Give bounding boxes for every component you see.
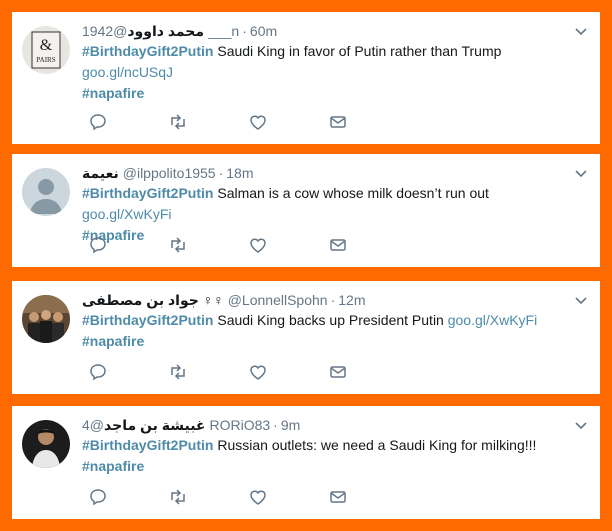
tweet-card[interactable]: & PAIRS محمد داوود@1942___n · 60m #Birthda… [12,12,600,144]
retweet-icon[interactable] [168,235,188,255]
tweet-text: #BirthdayGift2Putin Russian outlets: we … [82,435,570,477]
url-link[interactable]: goo.gl/XwKyFi [82,206,171,222]
retweet-icon[interactable] [168,112,188,132]
chevron-down-icon[interactable] [574,293,588,311]
avatar[interactable]: & PAIRS [22,26,70,74]
direct-message-icon[interactable] [328,362,348,382]
hashtag-link[interactable]: #napafire [82,458,144,474]
direct-message-icon[interactable] [328,487,348,507]
timestamp[interactable]: 60m [250,23,277,39]
user-handle[interactable]: @ilppolito1955 [123,165,216,181]
avatar[interactable] [22,168,70,216]
avatar[interactable] [22,295,70,343]
chevron-down-icon[interactable] [574,24,588,42]
chevron-down-icon[interactable] [574,418,588,436]
like-heart-icon[interactable] [248,362,268,382]
tweet-body: Saudi King in favor of Putin rather than… [217,43,502,59]
display-name[interactable]: محمد داوود [127,23,204,39]
hashtag-link[interactable]: #napafire [82,333,144,349]
like-heart-icon[interactable] [248,112,268,132]
display-name[interactable]: غبيشة بن ماجد [104,417,205,433]
reply-icon[interactable] [88,112,108,132]
hashtag-link[interactable]: #BirthdayGift2Putin [82,437,213,453]
hashtag-link[interactable]: #napafire [82,85,144,101]
url-link[interactable]: goo.gl/ncUSqJ [82,64,173,80]
tweet-body: Salman is a cow whose milk doesn’t run o… [217,185,489,201]
tweet-body: Saudi King backs up President Putin [217,312,444,328]
display-name[interactable]: نعيمة [82,165,119,181]
display-name[interactable]: جواد بن مصطفى ♀♀ [82,292,224,308]
url-link[interactable]: goo.gl/XwKyFi [448,312,537,328]
hashtag-link[interactable]: #BirthdayGift2Putin [82,312,213,328]
tweet-card[interactable]: نعيمة @ilppolito1955 · 18m #BirthdayGift2Pu… [12,154,600,267]
retweet-icon[interactable] [168,362,188,382]
direct-message-icon[interactable] [328,112,348,132]
timestamp[interactable]: 12m [338,292,365,308]
chevron-down-icon[interactable] [574,166,588,184]
svg-text:&: & [40,37,53,54]
like-heart-icon[interactable] [248,487,268,507]
tweet-text: #BirthdayGift2Putin Saudi King in favor … [82,41,570,104]
tweet-card[interactable]: جواد بن مصطفى ♀♀ @LonnellSpohn · 12m #Birth… [12,281,600,394]
reply-icon[interactable] [88,487,108,507]
timestamp[interactable]: 9m [281,417,300,433]
hashtag-link[interactable]: #BirthdayGift2Putin [82,43,213,59]
retweet-icon[interactable] [168,487,188,507]
reply-icon[interactable] [88,235,108,255]
reply-icon[interactable] [88,362,108,382]
like-heart-icon[interactable] [248,235,268,255]
tweet-text: #BirthdayGift2Putin Saudi King backs up … [82,310,570,352]
tweet-card[interactable]: غبيشة بن ماجد@4RORiO83 · 9m #BirthdayGift2… [12,406,600,519]
direct-message-icon[interactable] [328,235,348,255]
hashtag-link[interactable]: #BirthdayGift2Putin [82,185,213,201]
user-handle[interactable]: @LonnellSpohn [228,292,328,308]
avatar[interactable] [22,420,70,468]
timestamp[interactable]: 18m [226,165,253,181]
svg-text:PAIRS: PAIRS [36,56,55,64]
tweet-body: Russian outlets: we need a Saudi King fo… [217,437,537,453]
